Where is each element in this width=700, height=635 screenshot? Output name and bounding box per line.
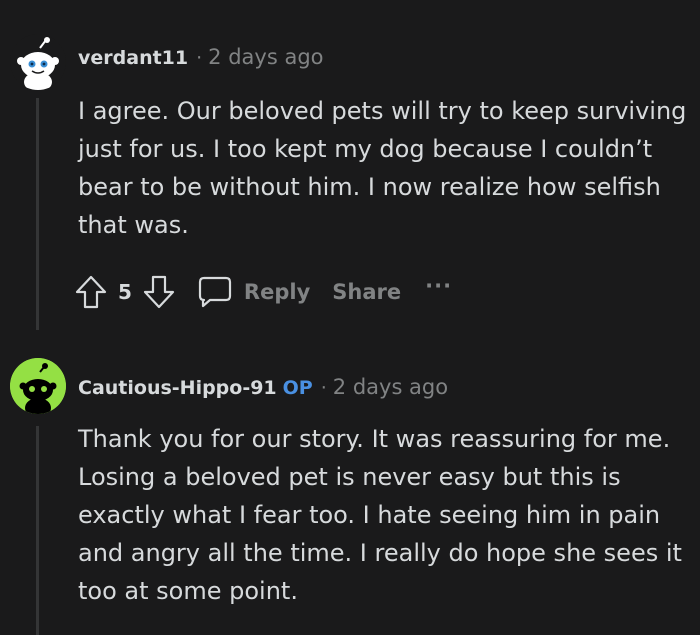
thread-line[interactable] [36, 426, 39, 635]
comment-body: I agree. Our beloved pets will try to ke… [78, 97, 687, 239]
separator: · [320, 377, 327, 399]
upvote-button[interactable] [74, 274, 108, 310]
avatar[interactable] [10, 34, 66, 90]
op-badge: OP [282, 377, 313, 399]
comment-1: verdant11 · 2 days ago I agree. Our belove… [0, 0, 700, 340]
comment-actions: 5 Reply Share ··· [74, 272, 452, 312]
avatar[interactable] [10, 358, 66, 414]
thread-line[interactable] [36, 98, 39, 330]
separator: · [196, 47, 203, 69]
reply-label: Reply [243, 280, 311, 304]
comment-2: Cautious-Hippo-91 OP · 2 days ago Thank you… [0, 340, 700, 635]
comment-body: Thank you for our story. It was reassuri… [78, 425, 682, 605]
comment-meta: verdant11 · 2 days ago [78, 45, 324, 69]
snoo-avatar-icon [10, 358, 66, 414]
comment-meta: Cautious-Hippo-91 OP · 2 days ago [78, 375, 448, 399]
timestamp[interactable]: 2 days ago [333, 375, 448, 399]
downvote-arrow-icon [143, 275, 175, 309]
vote-score: 5 [118, 280, 132, 304]
snoo-avatar-icon [10, 34, 66, 90]
username[interactable]: Cautious-Hippo-91 [78, 377, 277, 399]
upvote-arrow-icon [75, 275, 107, 309]
timestamp[interactable]: 2 days ago [208, 45, 323, 69]
more-options-button[interactable]: ··· [425, 274, 452, 298]
username[interactable]: verdant11 [78, 47, 188, 69]
comment-bubble-icon [198, 276, 232, 308]
reply-button[interactable]: Reply [196, 274, 310, 310]
share-button[interactable]: Share [332, 280, 401, 304]
downvote-button[interactable] [142, 274, 176, 310]
